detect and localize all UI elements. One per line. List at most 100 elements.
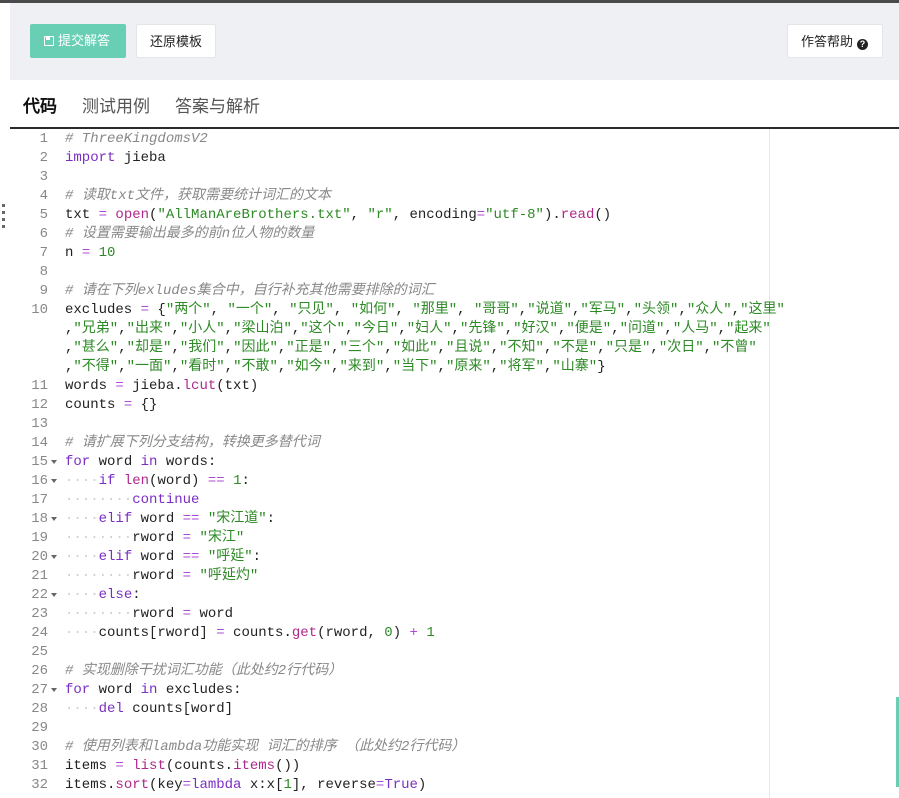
line-number: 15 <box>31 454 48 470</box>
code-token: = <box>182 568 192 584</box>
code-token: 1 <box>283 777 292 793</box>
code-token: 1 <box>426 625 435 641</box>
code-token: {} <box>132 397 158 413</box>
line-number: 21 <box>31 568 48 584</box>
line-number: 6 <box>39 226 48 242</box>
code-text: items = list(counts.items()) <box>65 757 300 776</box>
code-line: 18 ····elif word == "宋江道": <box>10 510 769 529</box>
fold-arrow-icon[interactable] <box>51 479 57 483</box>
code-text: # 请扩展下列分支结构，转换更多替代词 <box>65 434 320 453</box>
line-number: 29 <box>31 720 48 736</box>
code-token: # 读取txt文件，获取需要统计词汇的文本 <box>65 188 332 204</box>
code-token: txt <box>65 207 99 223</box>
code-token: "如今" <box>286 359 332 375</box>
code-token: "这里" <box>740 302 785 318</box>
code-token: (rword, <box>317 625 385 641</box>
code-token: , <box>611 321 620 337</box>
code-token: "原来" <box>445 359 491 375</box>
code-token: , <box>703 340 713 356</box>
code-token: if <box>98 473 116 489</box>
code-token: ). <box>543 207 561 223</box>
code-token: # 设置需要输出最多的前n位人物的数量 <box>65 226 315 242</box>
tab-answer-analysis[interactable]: 答案与解析 <box>175 92 260 117</box>
code-line: 29 <box>10 719 769 738</box>
code-token: , <box>210 302 228 318</box>
line-number: 20 <box>31 549 48 565</box>
code-token: "r" <box>367 207 393 223</box>
code-token: "看时" <box>179 359 225 375</box>
line-number: 22 <box>31 587 48 603</box>
tab-test-cases[interactable]: 测试用例 <box>82 92 150 117</box>
code-text: # 设置需要输出最多的前n位人物的数量 <box>65 225 314 244</box>
fold-arrow-icon[interactable] <box>51 460 57 464</box>
code-token: elif <box>98 511 133 527</box>
resize-handle[interactable] <box>2 204 6 232</box>
code-token: == <box>182 511 200 527</box>
code-token: "妇人" <box>406 321 452 337</box>
line-number: 4 <box>39 188 48 204</box>
fold-arrow-icon[interactable] <box>51 593 57 597</box>
help-button[interactable]: 作答帮助? <box>787 24 883 58</box>
code-token: "宋江道" <box>207 511 267 527</box>
code-token: = <box>182 777 192 793</box>
code-token: counts[rword] <box>98 625 217 641</box>
code-token: "我们" <box>179 340 225 356</box>
code-line: 7 n = 10 <box>10 244 769 263</box>
code-token: "梁山泊" <box>233 321 292 337</box>
tab-code[interactable]: 代码 <box>23 92 57 117</box>
code-text: words = jieba.lcut(txt) <box>65 377 258 396</box>
code-token: = <box>115 378 124 394</box>
code-text: ,"不得","一面","看时","不敢","如今","来到","当下","原来"… <box>65 358 606 377</box>
code-text: for word in excludes: <box>65 681 241 700</box>
code-token: n <box>65 245 82 261</box>
submit-button[interactable]: 提交解答 <box>30 24 126 58</box>
code-text: # ThreeKingdomsV2 <box>65 130 208 149</box>
code-token: , <box>331 359 340 375</box>
code-token: "众人" <box>686 302 732 318</box>
code-token: "小人" <box>179 321 225 337</box>
restore-template-button[interactable]: 还原模板 <box>136 24 216 58</box>
question-circle-icon: ? <box>857 39 869 50</box>
code-token: "只见" <box>289 302 334 318</box>
fold-arrow-icon[interactable] <box>51 688 57 692</box>
code-line: 15 for word in words: <box>10 453 769 472</box>
code-line: 25 <box>10 643 769 662</box>
code-token: , <box>625 302 634 318</box>
line-number: 9 <box>39 283 48 299</box>
code-editor[interactable]: 1 # ThreeKingdomsV2 2 import jieba 3 4 # 读取txt… <box>10 129 899 798</box>
code-line: 27 for word in excludes: <box>10 681 769 700</box>
line-number: 11 <box>31 378 48 394</box>
code-token: , <box>345 321 354 337</box>
code-token: "呼延灼" <box>199 568 259 584</box>
line-number: 16 <box>31 473 48 489</box>
code-line: 12 counts = {} <box>10 396 769 415</box>
line-number: 18 <box>31 511 48 527</box>
code-token: ) <box>392 625 410 641</box>
code-token: rword <box>132 568 183 584</box>
code-line: 17 ········continue <box>10 491 769 510</box>
code-line: 9 # 请在下列exludes集合中，自行补充其他需要排除的词汇 <box>10 282 769 301</box>
code-line: 13 <box>10 415 769 434</box>
line-number: 23 <box>31 606 48 622</box>
fold-arrow-icon[interactable] <box>51 517 57 521</box>
code-line: 31 items = list(counts.items()) <box>10 757 769 776</box>
code-token: rword <box>132 530 183 546</box>
code-token: len <box>123 473 150 489</box>
code-token: "人马" <box>672 321 718 337</box>
code-line: 30 # 使用列表和lambda功能实现 词汇的排序 （此处约2行代码） <box>10 738 769 757</box>
code-text: excludes = {"两个", "一个", "只见", "如何", "那里"… <box>65 301 785 320</box>
fold-arrow-icon[interactable] <box>51 555 57 559</box>
code-token: "便是" <box>566 321 612 337</box>
code-token: "宋江" <box>199 530 245 546</box>
code-line: 4 # 读取txt文件，获取需要统计词汇的文本 <box>10 187 769 206</box>
code-text: ········continue <box>65 491 199 510</box>
code-text: ········rword = "呼延灼" <box>65 567 258 586</box>
code-line: 32 items.sort(key=lambda x:x[1], reverse=… <box>10 776 769 795</box>
code-token: } <box>597 359 606 375</box>
code-line: ,"不得","一面","看时","不敢","如今","来到","当下","原来"… <box>10 358 769 377</box>
code-text: ,"甚么","却是","我们","因此","正是","三个","如此","且说"… <box>65 339 757 358</box>
